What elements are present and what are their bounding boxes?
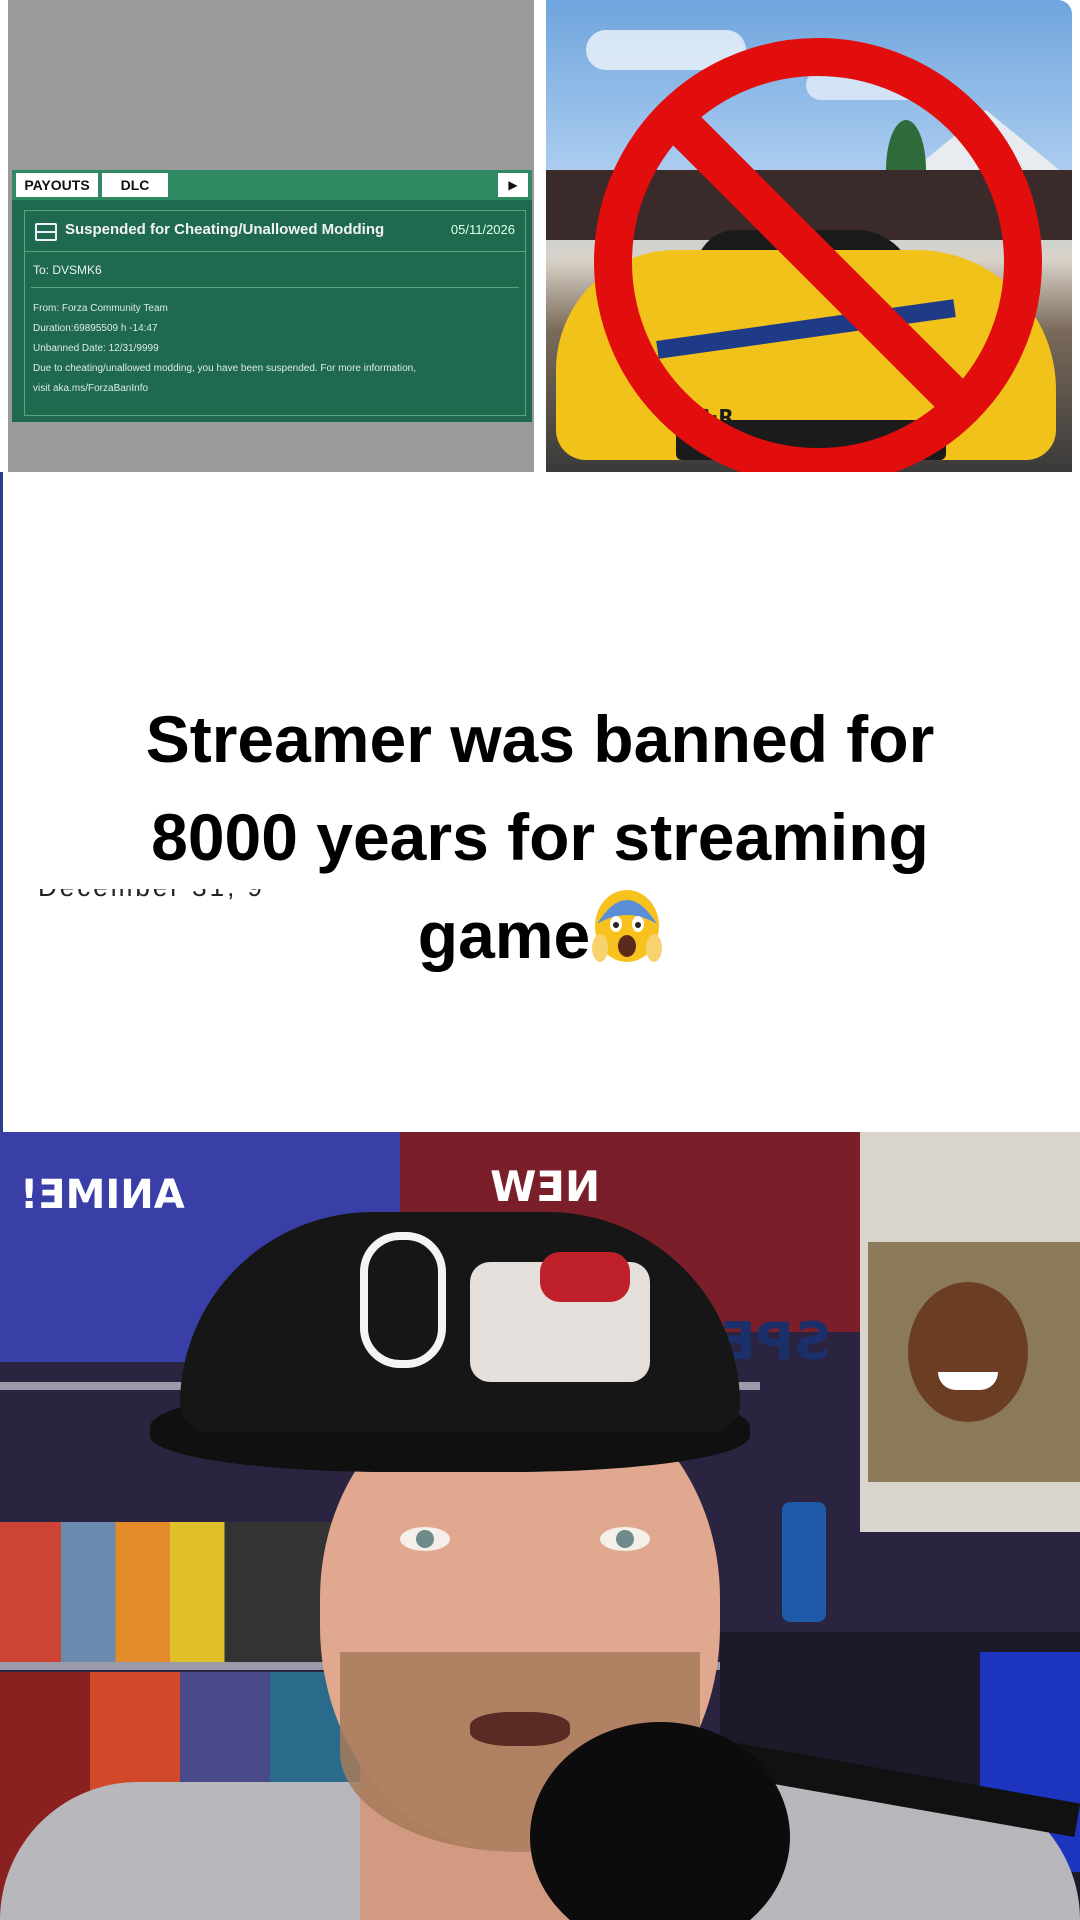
ban-recipient: To: DVSMK6 [33,263,102,277]
baseball-cap [180,1212,740,1432]
wall-photo [868,1242,1080,1482]
person-eye-right [600,1527,650,1551]
ban-notice-screenshot: PAYOUTS DLC ▶ Suspended for Cheating/Una… [8,0,534,472]
prohibited-slash [661,105,976,420]
prohibited-icon [594,38,1042,472]
ban-unbanned-date: Unbanned Date: 12/31/9999 [33,343,159,354]
play-icon: ▶ [498,173,528,197]
poster-spe-text: SPE [720,1312,832,1372]
person-mouth [470,1712,570,1746]
mail-icon [35,223,57,241]
caption-line-3-wrap: game [0,886,1080,984]
ban-tab-bar: PAYOUTS DLC ▶ [12,170,532,200]
divider [31,287,519,288]
ban-message-box: Suspended for Cheating/Unallowed Modding… [24,210,526,416]
ban-title: Suspended for Cheating/Unallowed Modding [65,221,385,238]
cap-artwork-hair [540,1252,630,1302]
drink-can [782,1502,826,1622]
ban-message: Due to cheating/unallowed modding, you h… [33,363,417,374]
tab-dlc: DLC [102,173,168,197]
photo-smile [938,1372,998,1390]
poster-anime-text: ANIME! [20,1172,185,1218]
caption-line-2: 8000 years for streaming [151,800,929,874]
video-caption: Streamer was banned for 8000 years for s… [0,690,1080,984]
ban-duration: Duration:69895509 h -14:47 [33,323,158,334]
caption-line-3: game [417,898,591,972]
cap-logo [360,1232,446,1368]
tab-payouts: PAYOUTS [16,173,98,197]
poster-new-text: NEW [490,1162,601,1211]
ban-date: 05/11/2026 [450,222,515,237]
collectible-cups [0,1522,340,1662]
ban-info-link: visit aka.ms/ForzaBanInfo [33,383,149,394]
ban-notification-card: PAYOUTS DLC ▶ Suspended for Cheating/Una… [12,170,532,422]
ban-message-header: Suspended for Cheating/Unallowed Modding… [25,211,525,252]
game-screenshot: RS·R [546,0,1072,472]
person-eye-left [400,1527,450,1551]
photo-face [908,1282,1028,1422]
caption-line-1: Streamer was banned for [145,702,935,776]
streamer-video-frame: ANIME! NEW SPE [0,1132,1080,1920]
shocked-face-emoji-icon [592,890,663,962]
ban-from: From: Forza Community Team [33,303,168,314]
